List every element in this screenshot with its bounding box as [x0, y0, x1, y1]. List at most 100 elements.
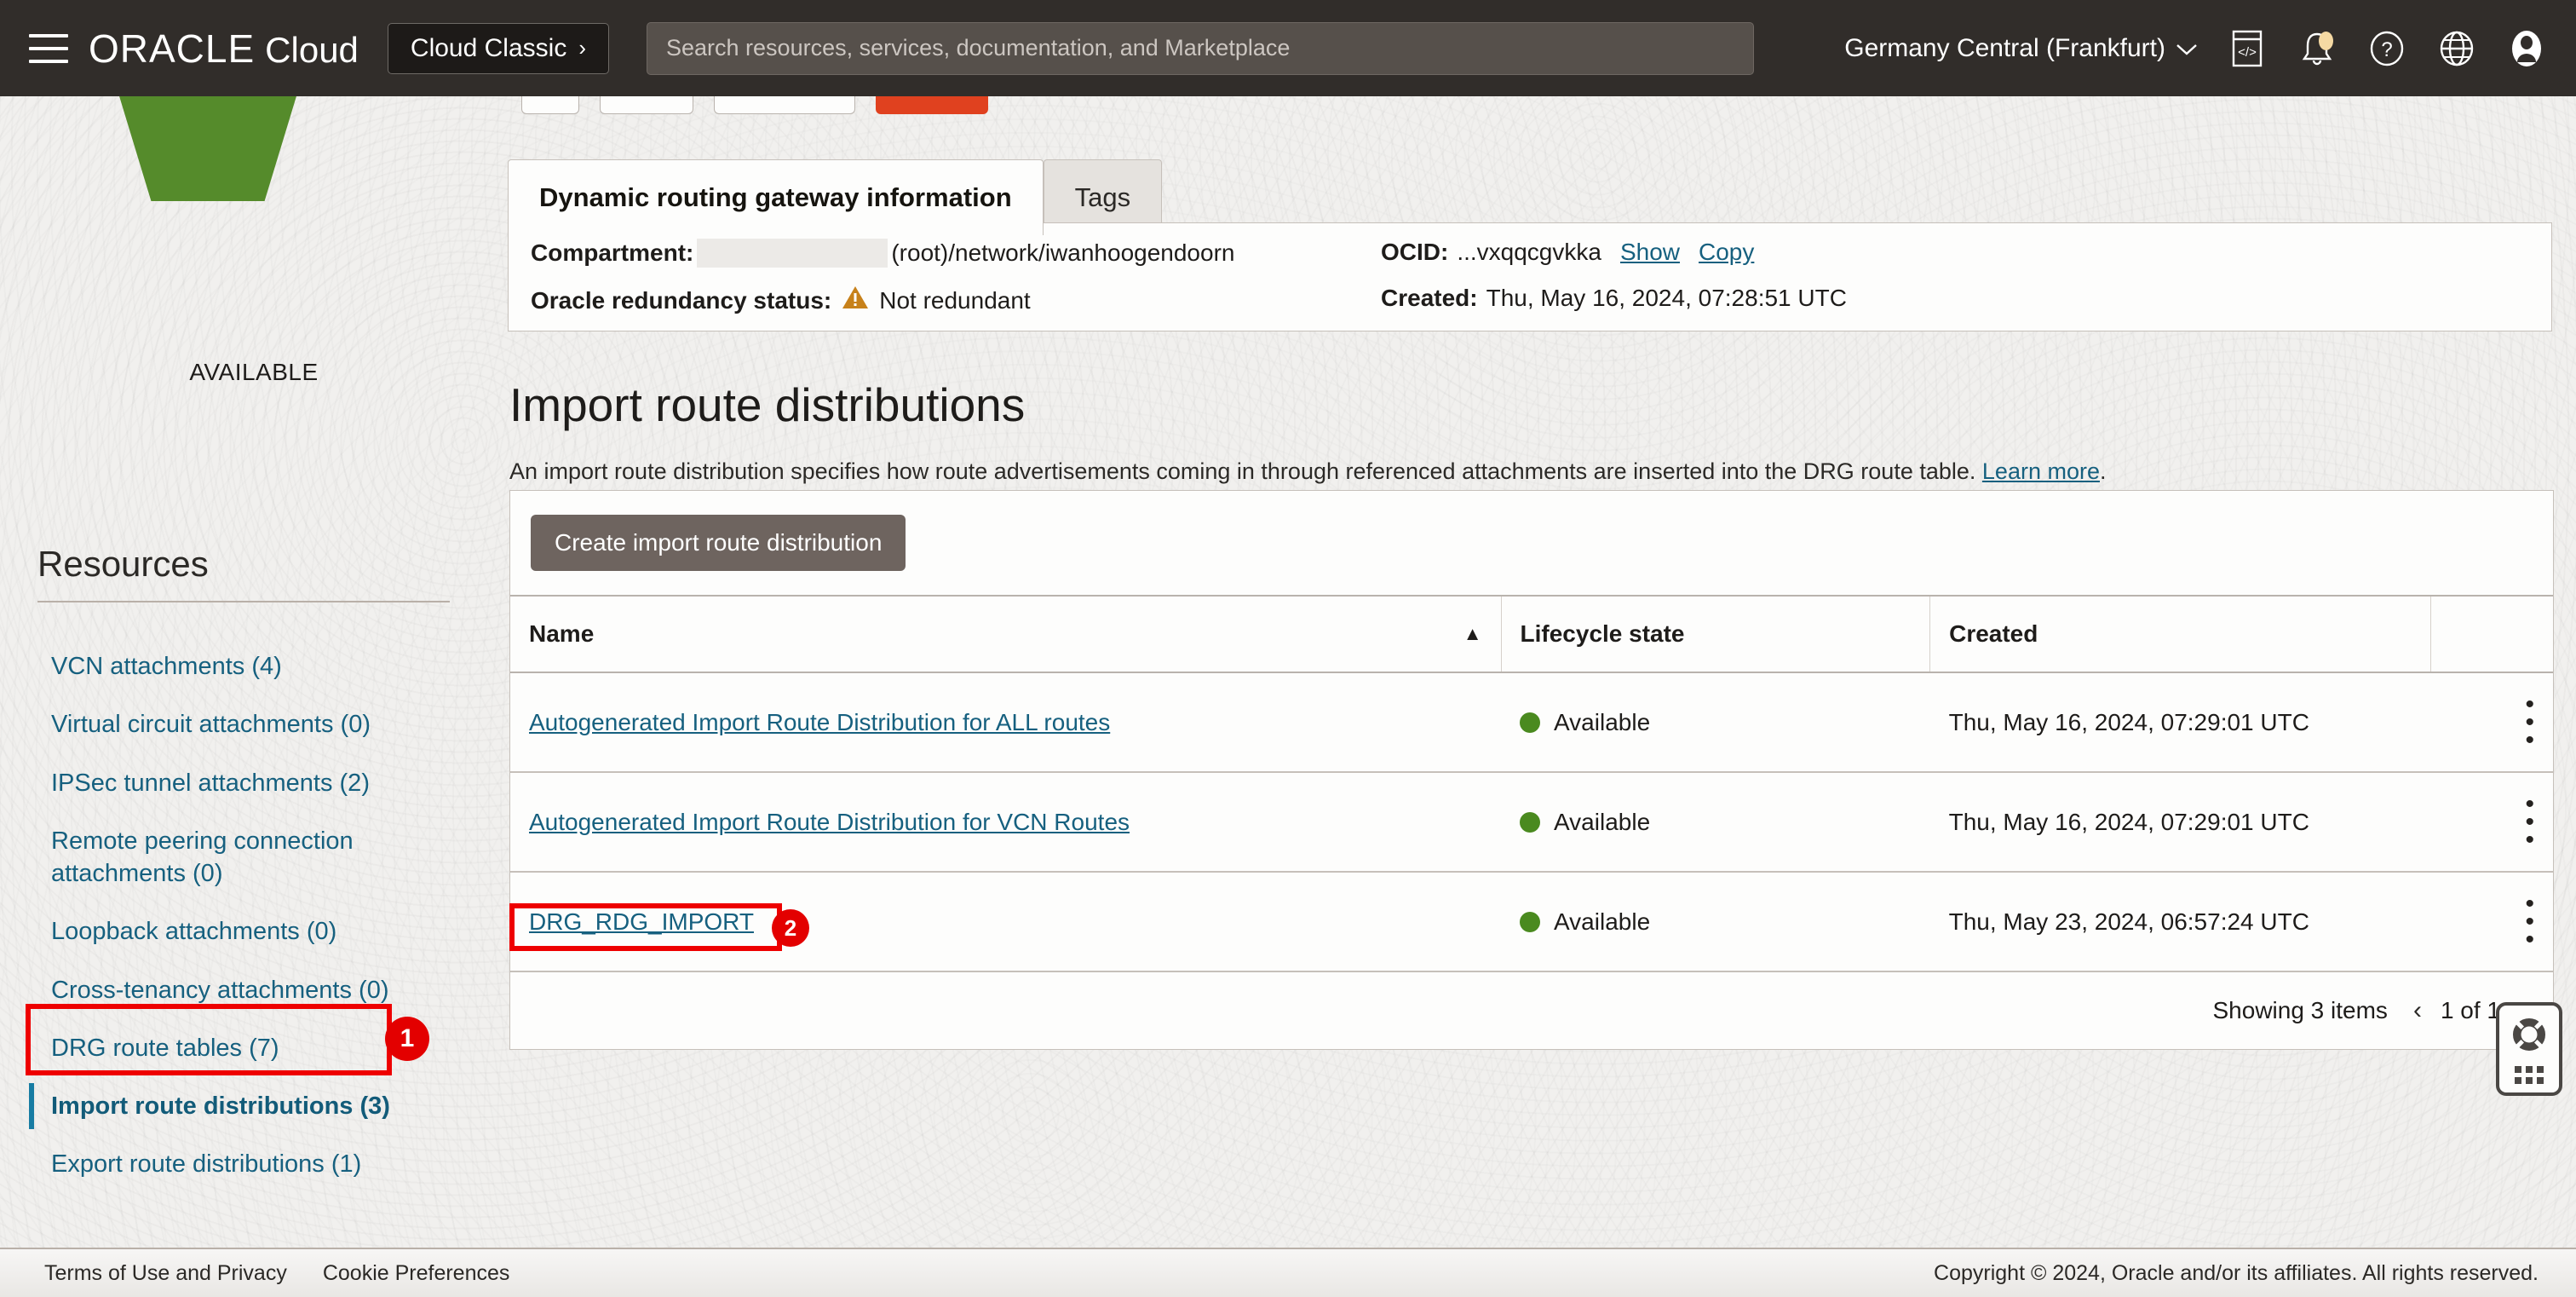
column-header-lifecycle-state[interactable]: Lifecycle state — [1500, 595, 1930, 673]
column-header-actions — [2429, 595, 2553, 673]
status-badge: AVAILABLE — [189, 359, 319, 385]
sidebar-item-vcn-attachments[interactable]: VCN attachments (4) — [51, 650, 426, 683]
search-input[interactable] — [647, 21, 1754, 75]
page-title: Import route distributions — [509, 378, 1026, 431]
tab-dynamic-routing-gateway-information[interactable]: Dynamic routing gateway information — [508, 159, 1044, 235]
row-actions-menu-icon[interactable]: • • • — [2430, 672, 2553, 773]
left-sidebar: AVAILABLE Resources VCN attachments (4) … — [0, 51, 508, 1297]
hamburger-menu-icon[interactable] — [29, 33, 68, 63]
region-selector[interactable]: Germany Central (Frankfurt) — [1844, 34, 2198, 63]
cloud-shell-icon[interactable]: </> — [2227, 28, 2268, 69]
footer-links: Terms of Use and Privacy Cookie Preferen… — [44, 1261, 509, 1286]
life-ring-help-icon[interactable] — [2510, 1015, 2549, 1058]
row-name-link[interactable]: Autogenerated Import Route Distribution … — [529, 709, 1110, 735]
table-body: Autogenerated Import Route Distribution … — [510, 672, 2553, 972]
table-toolbar: Create import route distribution — [510, 491, 2553, 595]
annotation-badge-2: 2 — [772, 909, 809, 947]
resources-divider — [37, 601, 450, 602]
row-name-link[interactable]: Autogenerated Import Route Distribution … — [529, 809, 1130, 835]
ocid-row: OCID: ...vxqqcgvkka Show Copy — [1381, 239, 1754, 266]
user-avatar-icon[interactable] — [2506, 28, 2547, 69]
brand-oracle-text: ORACLE — [89, 26, 256, 71]
import-route-distributions-table: Name ▲ Lifecycle state Created Autogener… — [510, 595, 2553, 972]
sidebar-item-drg-route-tables[interactable]: DRG route tables (7) — [51, 1032, 426, 1064]
status-dot-available-icon — [1520, 712, 1541, 733]
compartment-value: (root)/network/iwanhoogendoorn — [891, 239, 1235, 266]
resources-heading: Resources — [37, 544, 209, 584]
help-widget[interactable] — [2496, 1002, 2562, 1096]
created-value: Thu, May 16, 2024, 07:28:51 UTC — [1486, 285, 1847, 311]
column-header-name[interactable]: Name ▲ — [510, 595, 1502, 673]
annotation-badge-1: 1 — [385, 1017, 429, 1061]
sidebar-item-remote-peering-connection-attachments[interactable]: Remote peering connection attachments (0… — [51, 825, 426, 891]
svg-text:</>: </> — [2238, 45, 2257, 60]
notifications-bell-icon[interactable] — [2297, 28, 2337, 69]
row-state-label: Available — [1554, 708, 1651, 735]
header-actions: Germany Central (Frankfurt) </> ? — [1844, 28, 2547, 69]
global-search[interactable] — [647, 21, 1754, 75]
help-question-icon[interactable]: ? — [2366, 28, 2407, 69]
row-name-cell: Autogenerated Import Route Distribution … — [510, 672, 1502, 773]
row-created-cell: Thu, May 16, 2024, 07:29:01 UTC — [1929, 772, 2431, 873]
created-label: Created: — [1381, 285, 1478, 311]
pagination-prev-button[interactable]: ‹ — [2413, 996, 2422, 1025]
sidebar-item-export-route-distributions[interactable]: Export route distributions (1) — [51, 1148, 426, 1180]
sidebar-item-import-route-distributions[interactable]: Import route distributions (3) — [29, 1083, 411, 1130]
table-header: Name ▲ Lifecycle state Created — [510, 595, 2553, 673]
ocid-copy-link[interactable]: Copy — [1699, 239, 1754, 266]
table-row: DRG_RDG_IMPORT Available Thu, May 23, 20… — [510, 872, 2553, 972]
row-created-cell: Thu, May 16, 2024, 07:29:01 UTC — [1929, 672, 2431, 773]
create-import-route-distribution-button[interactable]: Create import route distribution — [531, 515, 906, 571]
ocid-label: OCID: — [1381, 239, 1449, 265]
resources-list: VCN attachments (4) Virtual circuit atta… — [29, 650, 477, 1207]
row-state-cell: Available — [1501, 672, 1930, 773]
row-created-cell: Thu, May 23, 2024, 06:57:24 UTC — [1929, 872, 2431, 972]
compartment-label: Compartment: — [531, 239, 694, 266]
top-header: ORACLE Cloud Cloud Classic › Germany Cen… — [0, 0, 2576, 96]
copyright-text: Copyright © 2024, Oracle and/or its affi… — [1934, 1260, 2539, 1285]
status-dot-available-icon — [1520, 911, 1541, 932]
table-row: Autogenerated Import Route Distribution … — [510, 672, 2553, 773]
created-row: Created: Thu, May 16, 2024, 07:28:51 UTC — [1381, 285, 1847, 312]
row-state-cell: Available — [1501, 872, 1930, 972]
sidebar-item-ipsec-tunnel-attachments[interactable]: IPSec tunnel attachments (2) — [51, 767, 426, 799]
sidebar-item-virtual-circuit-attachments[interactable]: Virtual circuit attachments (0) — [51, 708, 426, 741]
learn-more-link[interactable]: Learn more — [1982, 458, 2100, 484]
row-state-cell: Available — [1501, 772, 1930, 873]
sort-ascending-icon: ▲ — [1463, 623, 1482, 644]
svg-text:?: ? — [2381, 38, 2392, 61]
row-state-label: Available — [1554, 908, 1651, 935]
table-row: Autogenerated Import Route Distribution … — [510, 772, 2553, 873]
drg-info-card: Compartment: (root)/network/iwanhoogendo… — [508, 222, 2552, 331]
cookie-preferences-link[interactable]: Cookie Preferences — [323, 1261, 510, 1286]
ocid-value: ...vxqqcgvkka — [1457, 239, 1601, 265]
pagination-page-label: 1 of 1 — [2440, 997, 2500, 1023]
terms-of-use-link[interactable]: Terms of Use and Privacy — [44, 1261, 287, 1286]
redundancy-label: Oracle redundancy status: — [531, 286, 832, 314]
oracle-cloud-logo[interactable]: ORACLE Cloud — [89, 26, 359, 72]
chevron-down-icon — [2176, 34, 2198, 63]
page-description-suffix: . — [2099, 458, 2107, 484]
sidebar-item-cross-tenancy-attachments[interactable]: Cross-tenancy attachments (0) — [51, 974, 426, 1006]
page-footer: Terms of Use and Privacy Cookie Preferen… — [0, 1248, 2576, 1297]
row-actions-menu-icon[interactable]: • • • — [2430, 772, 2553, 873]
table-footer: Showing 3 items ‹ 1 of 1 › — [510, 972, 2553, 1049]
sidebar-item-loopback-attachments[interactable]: Loopback attachments (0) — [51, 915, 426, 948]
region-label: Germany Central (Frankfurt) — [1844, 33, 2165, 62]
ocid-show-link[interactable]: Show — [1620, 239, 1680, 266]
brand-cloud-text: Cloud — [265, 29, 359, 70]
notification-badge — [2319, 31, 2333, 50]
column-header-name-label: Name — [529, 620, 595, 647]
row-state-label: Available — [1554, 808, 1651, 835]
row-name-cell: Autogenerated Import Route Distribution … — [510, 772, 1502, 873]
row-name-link[interactable]: DRG_RDG_IMPORT — [529, 908, 754, 935]
page-description: An import route distribution specifies h… — [509, 458, 2107, 485]
cloud-classic-button[interactable]: Cloud Classic › — [387, 22, 609, 74]
cloud-classic-label: Cloud Classic — [410, 33, 567, 62]
redundancy-value: Not redundant — [879, 286, 1031, 314]
column-header-created[interactable]: Created — [1929, 595, 2431, 673]
language-globe-icon[interactable] — [2436, 28, 2477, 69]
warning-triangle-icon — [842, 285, 869, 316]
drag-grip-icon[interactable] — [2515, 1065, 2544, 1084]
row-actions-menu-icon[interactable]: • • • — [2430, 872, 2553, 972]
